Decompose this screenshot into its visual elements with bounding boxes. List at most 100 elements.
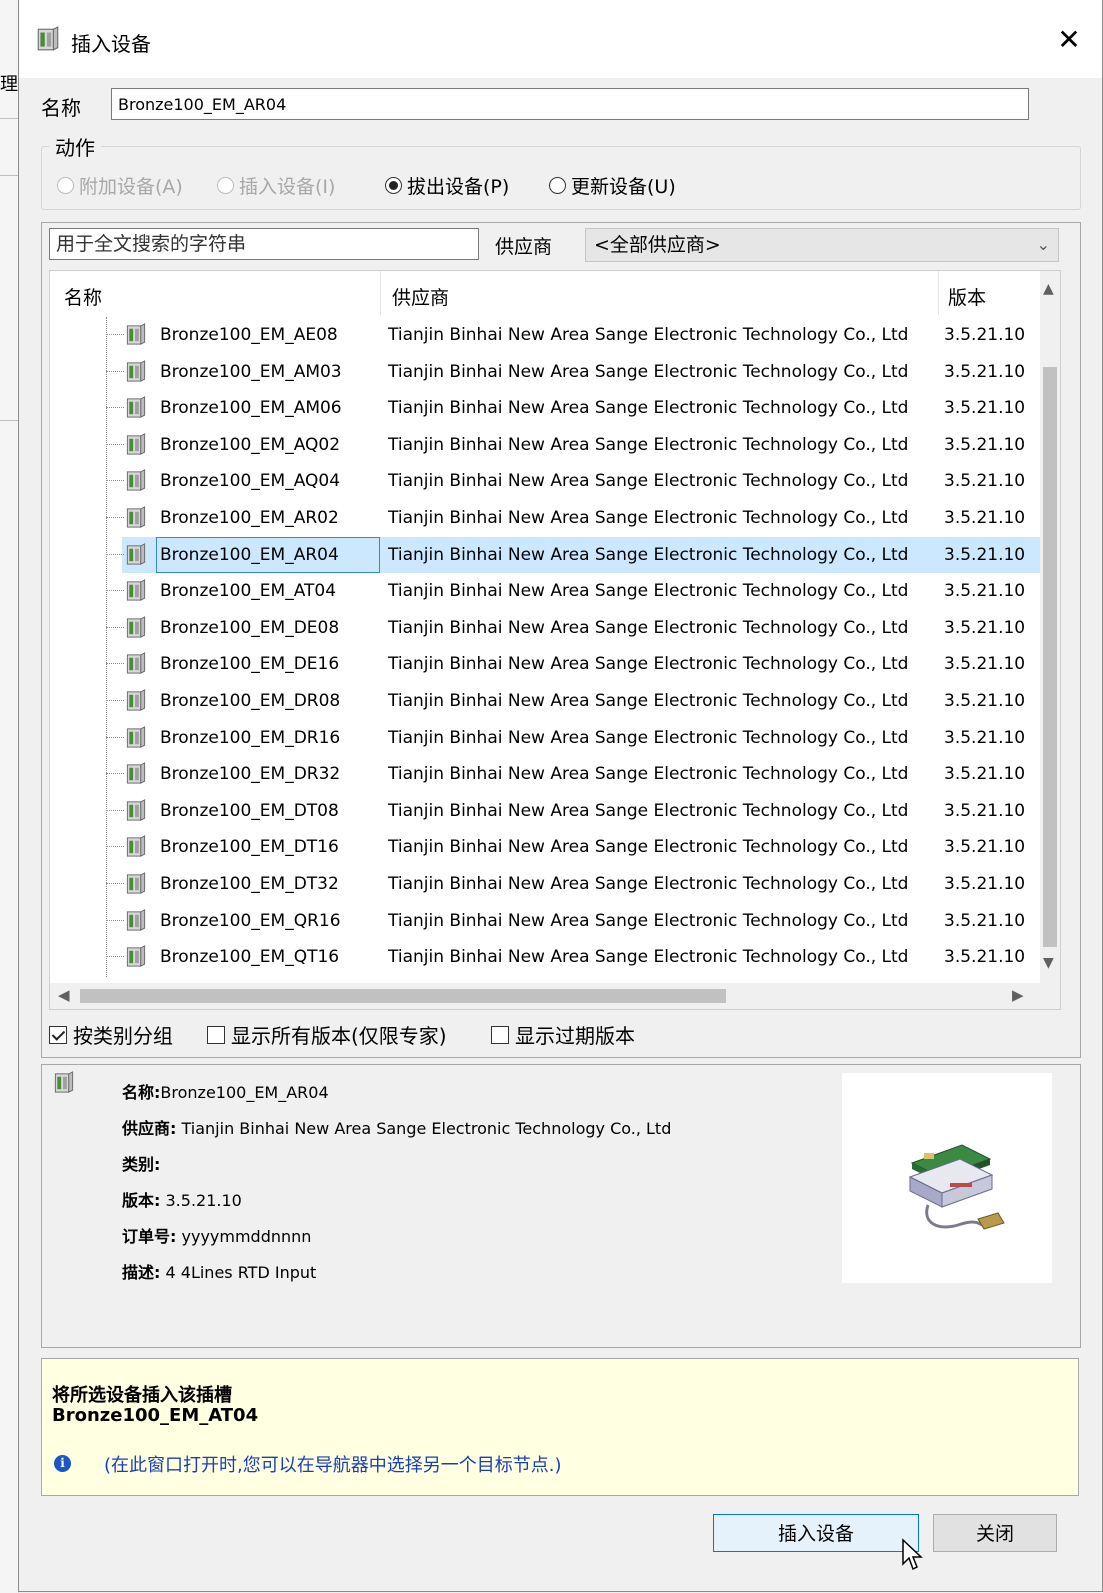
detail-category: 类别:: [122, 1155, 161, 1174]
table-row[interactable]: Bronze100_EM_AQ02 Tianjin Binhai New Area…: [50, 427, 1040, 463]
vertical-scroll-thumb[interactable]: [1043, 367, 1057, 947]
name-input[interactable]: Bronze100_EM_AR04: [111, 88, 1029, 120]
scroll-left-icon[interactable]: ◀: [58, 986, 70, 1004]
table-row[interactable]: Bronze100_EM_QT16 Tianjin Binhai New Area…: [50, 939, 1040, 975]
column-separator[interactable]: [380, 271, 381, 315]
cell-version: 3.5.21.10: [944, 764, 1026, 785]
column-header-name[interactable]: 名称: [64, 283, 102, 310]
cell-vendor: Tianjin Binhai New Area Sange Electronic…: [388, 471, 909, 492]
table-row[interactable]: Bronze100_EM_AE08 Tianjin Binhai New Area…: [50, 317, 1040, 353]
cell-version: 3.5.21.10: [944, 325, 1026, 345]
cell-vendor: Tianjin Binhai New Area Sange Electronic…: [388, 910, 909, 931]
device-icon: [126, 945, 146, 968]
cell-name: Bronze100_EM_AQ04: [160, 471, 341, 492]
table-row[interactable]: Bronze100_EM_AT04 Tianjin Binhai New Area…: [50, 573, 1040, 609]
table-row[interactable]: Bronze100_EM_QR16 Tianjin Binhai New Area…: [50, 903, 1040, 939]
table-row[interactable]: Bronze100_EM_DE16 Tianjin Binhai New Area…: [50, 646, 1040, 682]
table-row[interactable]: Bronze100_EM_DT08 Tianjin Binhai New Area…: [50, 793, 1040, 829]
device-icon: [126, 542, 146, 565]
radio-update-device[interactable]: 更新设备(U): [549, 172, 676, 199]
device-icon: [126, 506, 146, 528]
radio-circle: [217, 177, 234, 194]
table-row[interactable]: Bronze100_EM_AM06 Tianjin Binhai New Area…: [50, 390, 1040, 426]
table-row[interactable]: Bronze100_EM_DR16 Tianjin Binhai New Area…: [50, 720, 1040, 756]
radio-circle-checked: [385, 177, 402, 194]
cell-name: Bronze100_EM_DT08: [160, 800, 339, 821]
scroll-up-icon[interactable]: ▲: [1043, 281, 1054, 297]
column-header-vendor[interactable]: 供应商: [392, 283, 449, 310]
tree-line: [106, 553, 124, 555]
background-window-edge: 理: [0, 0, 19, 1593]
insert-device-button[interactable]: 插入设备: [713, 1514, 919, 1552]
tree-line: [106, 736, 124, 738]
hardware-module-icon: [908, 1144, 1005, 1230]
vertical-scrollbar[interactable]: ▲ ▼: [1040, 271, 1060, 983]
cell-version: 3.5.21.10: [944, 654, 1026, 675]
horizontal-scroll-thumb[interactable]: [80, 989, 726, 1003]
tree-line: [106, 956, 124, 958]
cell-version: 3.5.21.10: [944, 508, 1026, 528]
table-row[interactable]: Bronze100_EM_DR32 Tianjin Binhai New Area…: [50, 756, 1040, 792]
device-icon: [126, 835, 146, 858]
device-list-header: 名称 供应商 版本: [50, 271, 1060, 315]
tree-line: [106, 443, 124, 445]
column-separator[interactable]: [938, 271, 939, 315]
device-icon: [126, 396, 146, 419]
checkbox-box: [491, 1025, 509, 1044]
action-legend: 动作: [49, 132, 101, 161]
cell-name: Bronze100_EM_AM06: [160, 398, 342, 419]
checkbox-label: 按类别分组: [73, 1024, 173, 1048]
horizontal-scrollbar[interactable]: ◀ ▶: [50, 983, 1060, 1009]
divider: [0, 175, 18, 176]
checkbox-label: 显示过期版本: [515, 1024, 635, 1048]
info-hint: (在此窗口打开时,您可以在导航器中选择另一个目标节点.): [104, 1455, 562, 1476]
device-list: 名称 供应商 版本 Bronze100_EM_AE08 Tianjin Binha…: [49, 270, 1061, 1010]
dialog-title: 插入设备: [71, 32, 151, 56]
scroll-right-icon[interactable]: ▶: [1012, 986, 1024, 1004]
cell-name: Bronze100_EM_AM03: [160, 361, 342, 382]
device-icon: [126, 652, 146, 675]
column-header-version[interactable]: 版本: [948, 283, 986, 310]
table-row[interactable]: Bronze100_EM_DE08 Tianjin Binhai New Area…: [50, 610, 1040, 646]
device-icon: [126, 359, 146, 382]
table-row-selected[interactable]: Bronze100_EM_AR04 Tianjin Binhai New Area…: [50, 536, 1040, 573]
radio-circle: [549, 177, 566, 194]
checkbox-show-all-versions[interactable]: 显示所有版本(仅限专家): [207, 1020, 447, 1049]
vendor-dropdown[interactable]: <全部供应商> ⌄: [585, 228, 1059, 262]
device-icon: [126, 908, 146, 931]
device-icon: [126, 872, 146, 894]
checkbox-box: [207, 1025, 225, 1044]
checkbox-group-by-category[interactable]: 按类别分组: [49, 1020, 173, 1049]
radio-insert-device[interactable]: 插入设备(I): [217, 172, 335, 199]
divider: [0, 118, 18, 119]
cell-version: 3.5.21.10: [944, 800, 1026, 821]
table-row[interactable]: Bronze100_EM_AM03 Tianjin Binhai New Area…: [50, 354, 1040, 390]
radio-plug-device[interactable]: 拔出设备(P): [385, 172, 509, 199]
table-row[interactable]: Bronze100_EM_AQ04 Tianjin Binhai New Area…: [50, 463, 1040, 499]
radio-append-device[interactable]: 附加设备(A): [57, 172, 183, 199]
device-icon: [126, 725, 146, 748]
fulltext-search-input[interactable]: 用于全文搜索的字符串: [49, 228, 479, 260]
cell-vendor: Tianjin Binhai New Area Sange Electronic…: [388, 837, 909, 858]
device-icon: [126, 469, 146, 492]
device-icon: [126, 689, 146, 711]
checkbox-show-outdated[interactable]: 显示过期版本: [491, 1020, 635, 1049]
cell-vendor: Tianjin Binhai New Area Sange Electronic…: [388, 874, 909, 894]
table-row[interactable]: Bronze100_EM_DT16 Tianjin Binhai New Area…: [50, 829, 1040, 865]
table-row[interactable]: Bronze100_EM_DR08 Tianjin Binhai New Area…: [50, 683, 1040, 719]
table-row[interactable]: Bronze100_EM_DT32 Tianjin Binhai New Area…: [50, 866, 1040, 902]
info-target-device: Bronze100_EM_AT04: [52, 1405, 259, 1426]
scroll-down-icon[interactable]: ▼: [1043, 955, 1054, 971]
cell-vendor: Tianjin Binhai New Area Sange Electronic…: [388, 325, 909, 345]
vendor-dropdown-value: <全部供应商>: [594, 234, 721, 256]
info-panel: 将所选设备插入该插槽 Bronze100_EM_AT04 i (在此窗口打开时,…: [41, 1358, 1079, 1496]
close-button[interactable]: 关闭: [933, 1514, 1057, 1552]
close-icon[interactable]: ✕: [1049, 20, 1089, 60]
device-icon: [126, 579, 146, 602]
detail-version: 版本: 3.5.21.10: [122, 1191, 242, 1210]
device-icon: [126, 323, 146, 345]
divider: [0, 420, 18, 421]
table-row[interactable]: Bronze100_EM_AR02 Tianjin Binhai New Area…: [50, 500, 1040, 536]
cell-vendor: Tianjin Binhai New Area Sange Electronic…: [388, 434, 909, 455]
cell-name: Bronze100_EM_DT16: [160, 837, 339, 858]
